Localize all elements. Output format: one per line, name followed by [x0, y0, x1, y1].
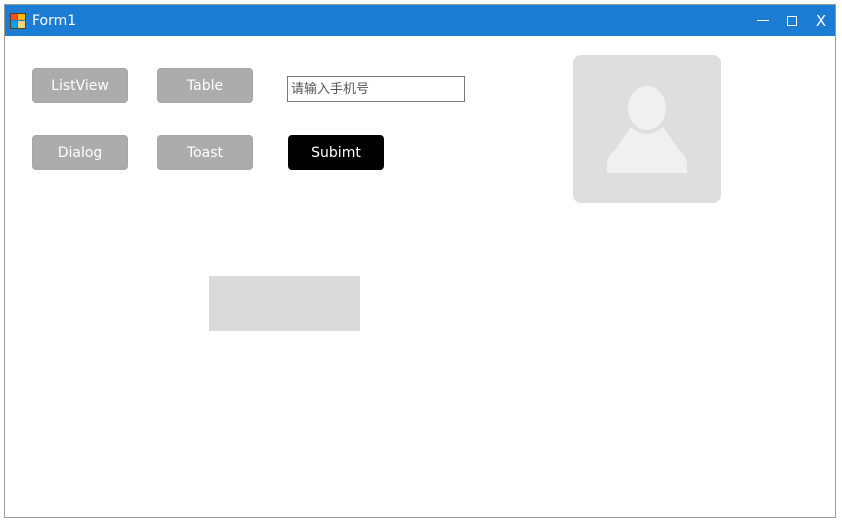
submit-button[interactable]: Subimt — [288, 135, 384, 170]
title-bar[interactable]: Form1 X — [5, 5, 835, 36]
close-button[interactable]: X — [807, 5, 835, 36]
form-window: Form1 X ListView Table Dialog Toast Subi… — [4, 4, 836, 518]
table-button[interactable]: Table — [157, 68, 253, 103]
toast-button[interactable]: Toast — [157, 135, 253, 170]
close-icon: X — [815, 11, 827, 30]
avatar[interactable] — [573, 55, 721, 203]
dialog-button[interactable]: Dialog — [32, 135, 128, 170]
maximize-icon — [787, 15, 797, 26]
app-icon — [10, 13, 26, 29]
maximize-button[interactable] — [778, 5, 806, 36]
window-title: Form1 — [32, 13, 77, 29]
minimize-button[interactable] — [749, 5, 777, 36]
gray-panel — [209, 276, 360, 331]
minimize-icon — [757, 20, 769, 21]
listview-button[interactable]: ListView — [32, 68, 128, 103]
user-silhouette-icon — [607, 86, 687, 173]
phone-input[interactable] — [287, 76, 465, 102]
